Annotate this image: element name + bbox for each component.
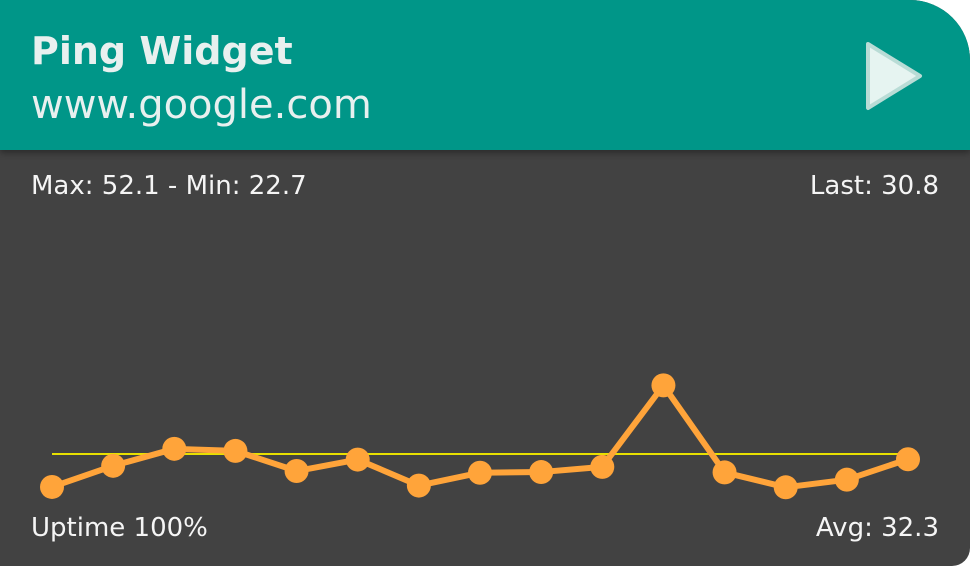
ping-point bbox=[529, 460, 554, 485]
ping-point bbox=[834, 467, 859, 492]
ping-chart bbox=[40, 373, 920, 500]
ping-point bbox=[284, 459, 309, 484]
ping-point bbox=[651, 373, 676, 398]
ping-point bbox=[590, 454, 615, 479]
widget-header: Ping Widget www.google.com bbox=[0, 0, 970, 150]
ping-point bbox=[40, 474, 64, 499]
ping-widget: Ping Widget www.google.com Max: 52.1 - M… bbox=[0, 0, 970, 566]
ping-point bbox=[345, 447, 370, 472]
ping-point bbox=[896, 447, 920, 472]
play-button[interactable] bbox=[852, 36, 932, 116]
ping-point bbox=[468, 460, 492, 485]
widget-title: Ping Widget bbox=[31, 29, 293, 73]
ping-point bbox=[162, 436, 187, 461]
play-icon bbox=[866, 42, 922, 110]
ping-point bbox=[101, 453, 126, 478]
host-address: www.google.com bbox=[31, 82, 372, 128]
ping-point bbox=[712, 460, 737, 485]
ping-point bbox=[223, 438, 248, 463]
ping-point bbox=[773, 475, 798, 500]
ping-point bbox=[406, 473, 431, 498]
